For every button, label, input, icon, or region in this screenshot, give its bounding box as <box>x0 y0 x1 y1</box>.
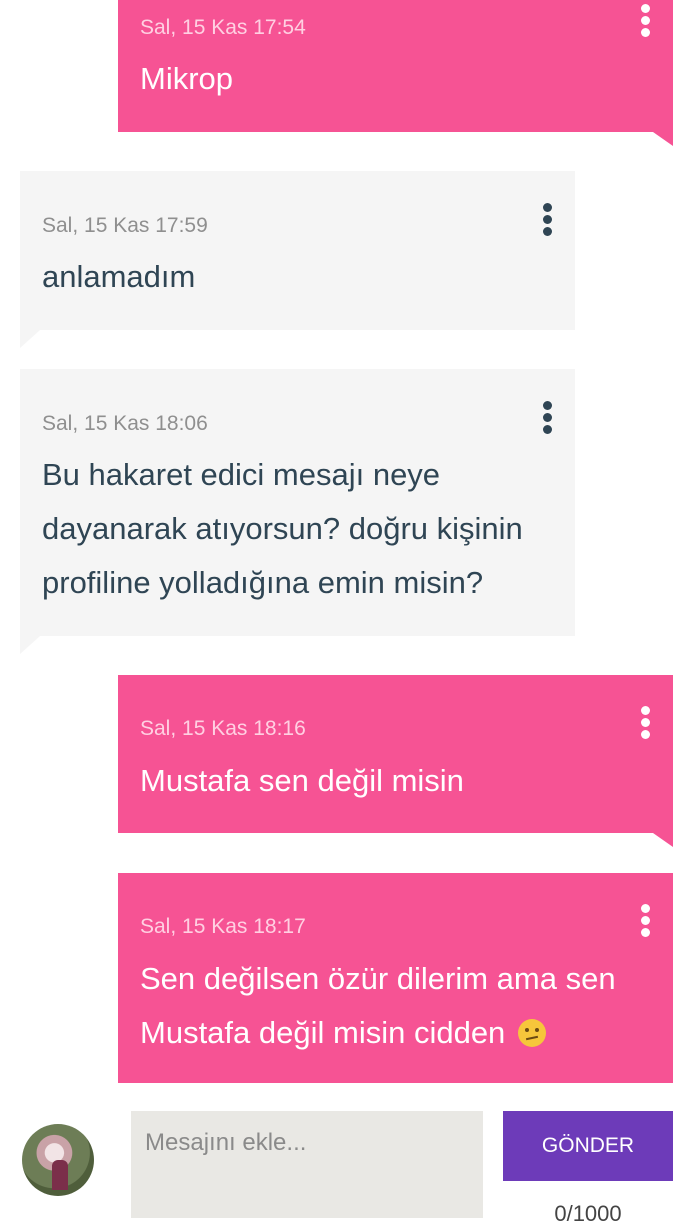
message-text: Sen değilsen özür dilerim ama sen Mustaf… <box>140 952 643 1060</box>
message-text: Mustafa sen değil misin <box>140 754 643 808</box>
message-line-text: Mustafa değil misin cidden <box>140 1015 506 1050</box>
message-bubble: Sal, 15 Kas 18:06 Bu hakaret edici mesaj… <box>20 369 575 636</box>
message-line: Bu hakaret edici mesajı neye <box>42 457 441 492</box>
message-line: Mustafa değil misin cidden <box>140 1006 643 1060</box>
more-vertical-icon[interactable] <box>639 904 651 940</box>
bubble-tail <box>653 132 673 146</box>
message-input[interactable]: Mesajını ekle... <box>131 1111 483 1218</box>
message-timestamp: Sal, 15 Kas 17:54 <box>140 16 306 39</box>
send-button[interactable]: GÖNDER <box>503 1111 673 1181</box>
more-vertical-icon[interactable] <box>639 4 651 40</box>
message-bubble: Sal, 15 Kas 18:17 Sen değilsen özür dile… <box>118 873 673 1083</box>
more-vertical-icon[interactable] <box>541 401 553 437</box>
message-line: anlamadım <box>42 259 196 294</box>
message-line: Mustafa sen değil misin <box>140 763 464 798</box>
message-timestamp: Sal, 15 Kas 17:59 <box>42 214 208 237</box>
confused-face-emoji <box>517 1019 546 1047</box>
message-bubble: Sal, 15 Kas 17:59 anlamadım <box>20 171 575 330</box>
message-timestamp: Sal, 15 Kas 18:06 <box>42 412 208 435</box>
bubble-tail <box>653 833 673 847</box>
message-line: Mikrop <box>140 61 234 96</box>
message-timestamp: Sal, 15 Kas 18:16 <box>140 717 306 740</box>
message-line: dayanarak atıyorsun? doğru kişinin <box>42 511 523 546</box>
more-vertical-icon[interactable] <box>639 706 651 742</box>
bubble-tail <box>20 636 40 654</box>
message-text: Mikrop <box>140 52 643 106</box>
user-avatar[interactable] <box>22 1124 94 1196</box>
message-text: Bu hakaret edici mesajı neye dayanarak a… <box>42 448 545 610</box>
message-bubble: Sal, 15 Kas 17:54 Mikrop <box>118 0 673 132</box>
message-text: anlamadım <box>42 250 545 304</box>
message-bubble: Sal, 15 Kas 18:16 Mustafa sen değil misi… <box>118 675 673 833</box>
character-counter: 0/1000 <box>554 1201 622 1226</box>
message-input-placeholder: Mesajını ekle... <box>145 1129 307 1156</box>
more-vertical-icon[interactable] <box>541 203 553 239</box>
message-timestamp: Sal, 15 Kas 18:17 <box>140 915 306 938</box>
bubble-tail <box>20 330 40 348</box>
message-line: profiline yolladığına emin misin? <box>42 565 484 600</box>
message-line: Sen değilsen özür dilerim ama sen <box>140 961 616 996</box>
